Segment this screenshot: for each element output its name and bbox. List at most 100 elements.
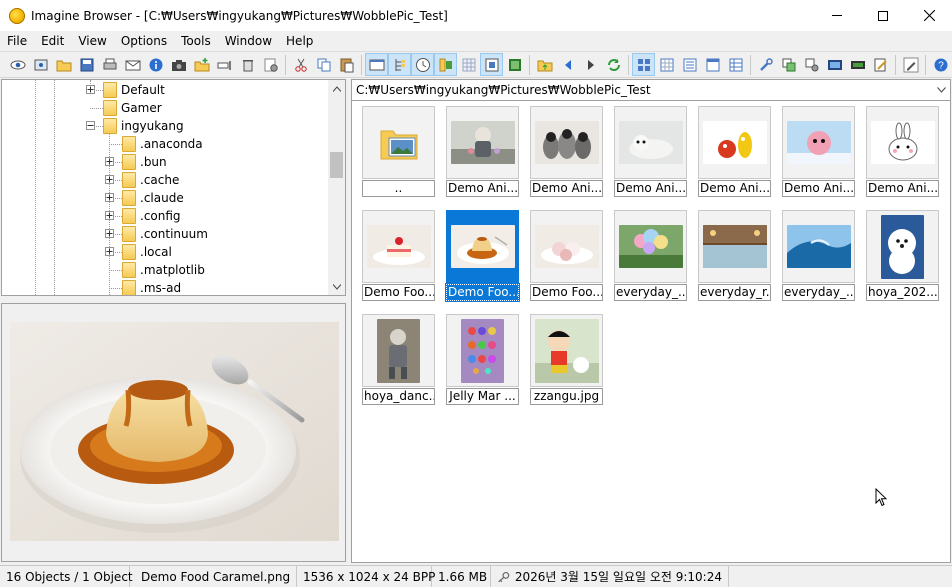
menu-tools[interactable]: Tools [174, 31, 218, 51]
folder-tree[interactable]: Default Gamer ingyukang .anaconda .bun .cache… [1, 79, 346, 296]
tree-item[interactable]: .cache [122, 171, 179, 189]
thumbnail-label: Demo Ani... [614, 180, 687, 197]
tree-item[interactable]: .bun [122, 153, 167, 171]
list-view-button[interactable] [678, 53, 701, 76]
slideshow-button[interactable] [29, 53, 52, 76]
open-folder-button[interactable] [52, 53, 75, 76]
image-thumbnail[interactable]: everyday_... [614, 210, 687, 302]
scroll-down-button[interactable] [328, 278, 345, 295]
new-folder-button[interactable] [190, 53, 213, 76]
image-thumbnail[interactable]: Demo Foo... [530, 210, 603, 302]
image-thumbnail[interactable]: Demo Foo... [445, 210, 520, 302]
delete-button[interactable] [236, 53, 259, 76]
tree-item[interactable]: Default [103, 81, 165, 99]
up-folder-button[interactable] [533, 53, 556, 76]
tree-item[interactable]: .continuum [122, 225, 208, 243]
info-button[interactable] [144, 53, 167, 76]
image-thumbnail[interactable]: Demo Ani... [782, 106, 855, 198]
expand-toggle[interactable] [105, 175, 114, 184]
expand-toggle[interactable] [105, 229, 114, 238]
tree-item[interactable]: .ms-ad [122, 279, 181, 295]
image-thumbnail[interactable]: Demo Ani... [530, 106, 603, 198]
image-thumbnail[interactable]: zzangu.jpg [530, 314, 603, 406]
menu-edit[interactable]: Edit [34, 31, 71, 51]
filmstrip-button[interactable] [365, 53, 388, 76]
details-view-icon [706, 58, 719, 71]
save-button[interactable] [75, 53, 98, 76]
back-button[interactable] [556, 53, 579, 76]
menu-options[interactable]: Options [114, 31, 174, 51]
image-thumbnail[interactable]: Demo Ani... [698, 106, 771, 198]
grid-view-button[interactable] [457, 53, 480, 76]
image-thumbnail[interactable]: hoya_202... [866, 210, 939, 302]
help-button[interactable]: ? [929, 53, 952, 76]
details-view-button[interactable] [701, 53, 724, 76]
tree-item[interactable]: .anaconda [122, 135, 203, 153]
scroll-up-button[interactable] [328, 80, 345, 97]
thumbnail-grid[interactable]: .. Demo Ani... Demo Ani... Demo Ani... Demo … [351, 101, 951, 563]
edit-button[interactable] [899, 53, 922, 76]
tree-button[interactable] [388, 53, 411, 76]
email-button[interactable] [121, 53, 144, 76]
film-button[interactable] [846, 53, 869, 76]
fullscreen-button[interactable] [480, 53, 503, 76]
chevron-down-icon[interactable] [937, 87, 946, 93]
menu-view[interactable]: View [71, 31, 113, 51]
batch-button[interactable] [800, 53, 823, 76]
tree-item[interactable]: .local [122, 243, 172, 261]
image-thumbnail[interactable]: Demo Ani... [866, 106, 939, 198]
image-thumbnail[interactable]: everyday_r... [698, 210, 771, 302]
menu-file[interactable]: File [0, 31, 34, 51]
clock-button[interactable] [411, 53, 434, 76]
paste-button[interactable] [335, 53, 358, 76]
tree-item[interactable]: ingyukang [103, 117, 184, 135]
image-thumbnail[interactable]: Demo Foo... [362, 210, 435, 302]
menu-help[interactable]: Help [279, 31, 320, 51]
settings-button[interactable] [259, 53, 282, 76]
tree-item[interactable]: .matplotlib [122, 261, 205, 279]
rename-button[interactable] [213, 53, 236, 76]
camera-button[interactable] [167, 53, 190, 76]
image-view-button[interactable] [503, 53, 526, 76]
forward-button[interactable] [579, 53, 602, 76]
maximize-button[interactable] [860, 0, 906, 31]
tools-button[interactable] [754, 53, 777, 76]
plus-icon [87, 86, 94, 93]
table-view-button[interactable] [724, 53, 747, 76]
close-button[interactable] [906, 0, 952, 31]
preview-button[interactable] [434, 53, 457, 76]
expand-toggle[interactable] [86, 85, 95, 94]
toolbar-separator [750, 54, 751, 75]
image-thumbnail[interactable]: everyday_... [782, 210, 855, 302]
plus-icon [106, 212, 113, 219]
expand-toggle[interactable] [105, 211, 114, 220]
cut-button[interactable] [289, 53, 312, 76]
scan-button[interactable] [869, 53, 892, 76]
path-combobox[interactable]: C:₩Users₩ingyukang₩Pictures₩WobblePic_Te… [351, 79, 951, 101]
tree-item-label: Gamer [121, 101, 162, 115]
parent-folder-thumbnail[interactable]: .. [362, 106, 435, 198]
capture-button[interactable] [823, 53, 846, 76]
scroll-thumb[interactable] [330, 152, 343, 178]
tree-item[interactable]: .config [122, 207, 181, 225]
expand-toggle[interactable] [105, 157, 114, 166]
view-button[interactable] [6, 53, 29, 76]
image-thumbnail[interactable]: Demo Ani... [446, 106, 519, 198]
minimize-button[interactable] [814, 0, 860, 31]
image-thumbnail[interactable]: Jelly Mar ... [446, 314, 519, 406]
tree-scrollbar[interactable] [328, 80, 345, 295]
expand-toggle[interactable] [105, 193, 114, 202]
expand-toggle[interactable] [105, 247, 114, 256]
icons-view-button[interactable] [655, 53, 678, 76]
refresh-button[interactable] [602, 53, 625, 76]
tree-item[interactable]: .claude [122, 189, 184, 207]
print-button[interactable] [98, 53, 121, 76]
tree-item[interactable]: Gamer [103, 99, 162, 117]
image-thumbnail[interactable]: Demo Ani... [614, 106, 687, 198]
convert-button[interactable] [777, 53, 800, 76]
copy-button[interactable] [312, 53, 335, 76]
image-thumbnail[interactable]: hoya_danc... [362, 314, 435, 406]
menu-window[interactable]: Window [218, 31, 279, 51]
thumbnails-view-button[interactable] [632, 53, 655, 76]
collapse-toggle[interactable] [86, 121, 95, 130]
